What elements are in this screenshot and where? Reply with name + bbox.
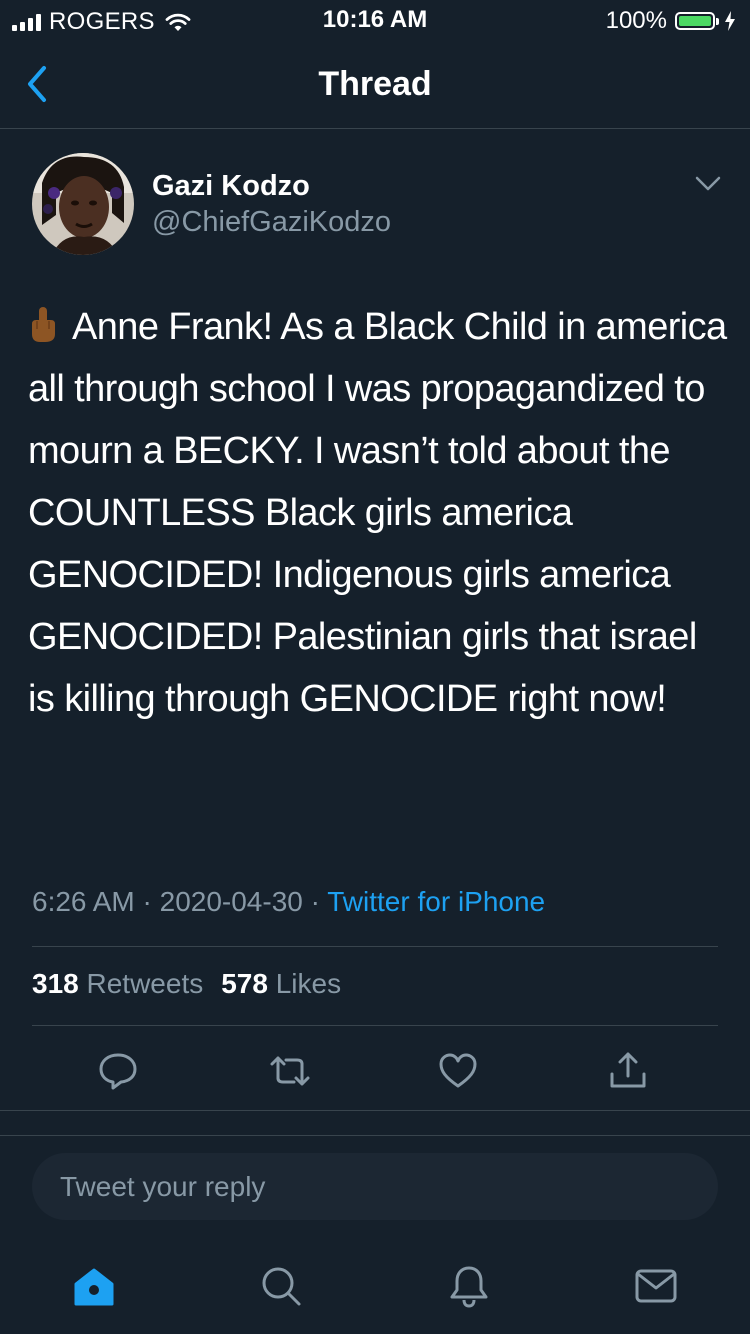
tweet-source-link[interactable]: Twitter for iPhone bbox=[327, 886, 545, 917]
page-title: Thread bbox=[318, 65, 432, 103]
meta-separator: · bbox=[142, 886, 152, 917]
middle-finger-emoji-icon bbox=[32, 307, 55, 342]
tweet-body-text: Anne Frank! As a Black Child in america … bbox=[28, 306, 727, 720]
tweet-stats: 318 Retweets 578 Likes bbox=[32, 968, 341, 1000]
retweets-label: Retweets bbox=[86, 968, 204, 999]
divider bbox=[0, 1135, 750, 1136]
tweet-date: 2020-04-30 bbox=[159, 886, 303, 917]
tweet-actions bbox=[0, 1050, 750, 1094]
battery-tip bbox=[716, 17, 719, 25]
avatar[interactable] bbox=[32, 153, 134, 255]
home-icon[interactable] bbox=[70, 1262, 118, 1310]
status-right: 100% bbox=[606, 7, 736, 35]
divider bbox=[32, 1025, 718, 1026]
author-display-name[interactable]: Gazi Kodzo bbox=[152, 170, 310, 203]
tweet-text: Anne Frank! As a Black Child in america … bbox=[28, 296, 728, 730]
battery-percentage: 100% bbox=[605, 7, 667, 34]
tab-bar bbox=[0, 1240, 750, 1334]
reply-input[interactable] bbox=[58, 1169, 662, 1204]
divider bbox=[32, 946, 718, 947]
reply-icon[interactable] bbox=[97, 1050, 139, 1092]
like-icon[interactable] bbox=[437, 1050, 479, 1092]
tweet-meta: 6:26 AM · 2020-04-30 · Twitter for iPhon… bbox=[32, 886, 545, 918]
likes-stat[interactable]: 578 Likes bbox=[221, 968, 341, 999]
author-handle[interactable]: @ChiefGaziKodzo bbox=[152, 206, 391, 239]
chevron-down-icon[interactable] bbox=[694, 174, 722, 194]
divider bbox=[0, 1110, 750, 1111]
status-bar: ROGERS 10:16 AM 100% bbox=[0, 0, 750, 40]
battery-icon bbox=[675, 12, 715, 30]
nav-bar: Thread bbox=[0, 40, 750, 129]
retweets-stat[interactable]: 318 Retweets bbox=[32, 968, 203, 999]
likes-count: 578 bbox=[221, 968, 268, 999]
search-icon[interactable] bbox=[257, 1262, 305, 1310]
tweet-time: 6:26 AM bbox=[32, 886, 135, 917]
notifications-icon[interactable] bbox=[445, 1262, 493, 1310]
share-icon[interactable] bbox=[607, 1050, 649, 1092]
likes-label: Likes bbox=[275, 968, 342, 999]
retweet-icon[interactable] bbox=[269, 1050, 311, 1092]
retweets-count: 318 bbox=[32, 968, 79, 999]
reply-box[interactable] bbox=[32, 1153, 718, 1220]
messages-icon[interactable] bbox=[632, 1262, 680, 1310]
meta-separator: · bbox=[310, 886, 320, 917]
charging-bolt-icon bbox=[725, 11, 735, 31]
